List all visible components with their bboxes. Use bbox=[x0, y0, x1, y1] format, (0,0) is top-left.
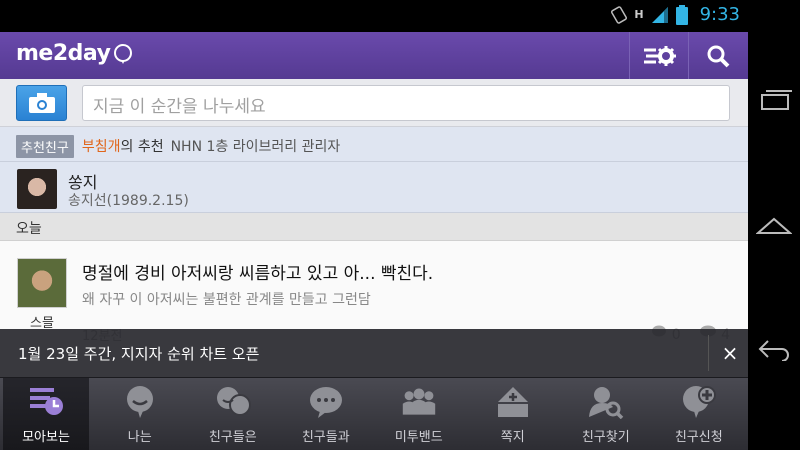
settings-button[interactable] bbox=[629, 32, 687, 79]
avatar[interactable] bbox=[17, 258, 67, 308]
tab-label: 친구찾기 bbox=[581, 430, 630, 445]
search-button[interactable] bbox=[688, 32, 746, 79]
divider bbox=[0, 161, 748, 162]
post-item[interactable]: 스믈 명절에 경비 아저씨랑 씨름하고 있고 아... 빡친다. 왜 자꾸 이 … bbox=[0, 241, 748, 344]
section-header-today: 오늘 bbox=[0, 213, 748, 241]
notification-toast[interactable]: 1월 23일 주간, 지지자 순위 차트 오픈 × bbox=[0, 329, 748, 377]
system-nav-bar bbox=[748, 0, 800, 450]
home-button[interactable] bbox=[756, 210, 792, 240]
tab-label: 친구들과 bbox=[301, 430, 350, 445]
add-friend-icon bbox=[681, 384, 717, 420]
recommended-user-detail: 송지선(1989.2.15) bbox=[68, 193, 189, 209]
me-bubble-icon bbox=[122, 384, 158, 420]
app-header: me2day bbox=[0, 32, 748, 79]
recommend-badge: 추천친구 bbox=[16, 134, 74, 158]
tab-timeline[interactable]: 모아보는 bbox=[3, 378, 89, 450]
camera-button[interactable] bbox=[16, 85, 67, 121]
battery-icon bbox=[675, 4, 688, 25]
tab-me[interactable]: 나는 bbox=[93, 378, 187, 450]
chat-bubble-icon bbox=[308, 384, 344, 420]
friend-recommendation: 추천친구 부침개 의 추천 NHN 1층 라이브러리 관리자 쏭지 송지선(19… bbox=[0, 127, 748, 213]
settings-icon bbox=[643, 45, 676, 66]
camera-icon bbox=[28, 93, 55, 113]
recommend-text: 의 추천 bbox=[120, 139, 164, 155]
signal-icon bbox=[651, 6, 668, 23]
bottom-tab-bar: 모아보는 나는 친구들은 친구들과 미투밴드 쪽지 친구찾기 친구신청 bbox=[0, 377, 748, 450]
clock: 9:33 bbox=[699, 4, 740, 25]
tab-friends[interactable]: 친구들은 bbox=[186, 378, 280, 450]
network-type: H bbox=[634, 8, 644, 21]
home-icon bbox=[756, 217, 792, 234]
toast-close-button[interactable]: × bbox=[714, 337, 746, 369]
tab-band[interactable]: 미투밴드 bbox=[372, 378, 466, 450]
post-body: 명절에 경비 아저씨랑 씨름하고 있고 아... 빡친다. bbox=[82, 264, 434, 284]
search-icon bbox=[707, 45, 729, 67]
rotation-icon bbox=[611, 5, 628, 24]
close-icon: × bbox=[721, 341, 739, 365]
back-icon bbox=[758, 340, 789, 361]
message-icon bbox=[495, 384, 531, 420]
avatar[interactable] bbox=[17, 169, 57, 209]
recent-apps-button[interactable] bbox=[756, 84, 792, 114]
post-tag-line: 왜 자꾸 이 아저씨는 불편한 관계를 만들고 그런담 bbox=[82, 292, 371, 308]
logo-text: me2day bbox=[16, 41, 111, 66]
recommend-context: NHN 1층 라이브러리 관리자 bbox=[170, 139, 341, 155]
compose-input[interactable]: 지금 이 순간을 나누세요 bbox=[82, 85, 730, 121]
divider bbox=[708, 335, 709, 371]
friends-bubble-icon bbox=[215, 384, 251, 420]
tab-label: 나는 bbox=[127, 430, 152, 445]
tab-find-friends[interactable]: 친구찾기 bbox=[559, 378, 653, 450]
recent-apps-icon bbox=[761, 90, 792, 110]
recommendation-line: 추천친구 부침개 의 추천 NHN 1층 라이브러리 관리자 bbox=[16, 134, 341, 158]
tab-label: 모아보는 bbox=[22, 430, 70, 445]
recommender-name[interactable]: 부침개 bbox=[82, 136, 121, 156]
status-icons: H 9:33 bbox=[610, 4, 740, 25]
band-icon bbox=[401, 384, 437, 420]
find-friend-icon bbox=[588, 384, 624, 420]
tab-label: 친구신청 bbox=[674, 430, 723, 445]
composer: 지금 이 순간을 나누세요 bbox=[0, 79, 748, 127]
tab-friend-request[interactable]: 친구신청 bbox=[652, 378, 746, 450]
tab-label: 미투밴드 bbox=[394, 430, 443, 445]
toast-message[interactable]: 1월 23일 주간, 지지자 순위 차트 오픈 bbox=[18, 343, 259, 364]
tab-label: 쪽지 bbox=[500, 430, 525, 445]
logo-bubble-icon bbox=[114, 43, 133, 64]
back-button[interactable] bbox=[756, 334, 792, 364]
status-bar: H 9:33 bbox=[0, 0, 800, 32]
app-screen: me2day 지금 이 순간을 나누세요 추천친구 부침개 의 추천 NHN 1… bbox=[0, 32, 748, 450]
app-logo: me2day bbox=[16, 41, 134, 66]
tab-message[interactable]: 쪽지 bbox=[466, 378, 560, 450]
tab-label: 친구들은 bbox=[208, 430, 257, 445]
timeline-icon bbox=[28, 384, 64, 420]
tab-with-friends[interactable]: 친구들과 bbox=[279, 378, 373, 450]
